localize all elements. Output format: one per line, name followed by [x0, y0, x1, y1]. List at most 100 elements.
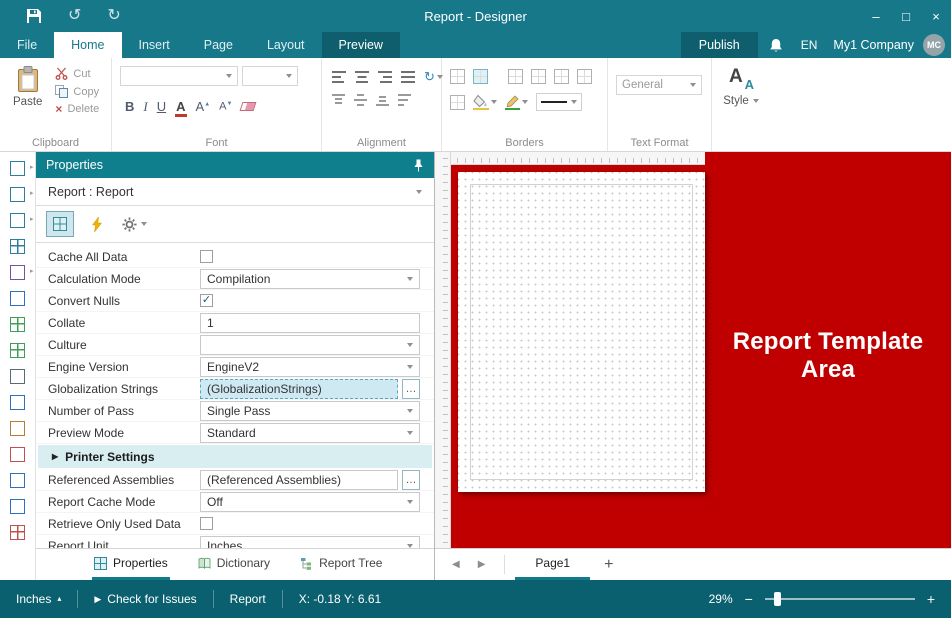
tab-page[interactable]: Page [187, 32, 250, 58]
cross-tab-button[interactable] [1, 519, 35, 545]
property-row-retrieve-only-used-data[interactable]: Retrieve Only Used Data [36, 513, 434, 535]
zoom-out-button[interactable]: − [745, 592, 753, 606]
dropdown[interactable]: (GlobalizationStrings) [200, 379, 398, 399]
text-input[interactable]: 1 [200, 313, 420, 333]
checkbox[interactable]: ✓ [200, 294, 213, 307]
minimize-button[interactable]: – [861, 0, 891, 32]
property-row-collate[interactable]: Collate1 [36, 312, 434, 334]
text-in-cells-button[interactable] [1, 441, 35, 467]
property-row-convert-nulls[interactable]: Convert Nulls✓ [36, 290, 434, 312]
border-outside-button[interactable] [577, 69, 592, 84]
font-size-combobox[interactable] [242, 66, 298, 86]
align-center-button[interactable] [355, 71, 369, 83]
tab-report-tree[interactable]: Report Tree [298, 549, 384, 580]
page-break-button[interactable] [1, 493, 35, 519]
property-row-cache-all-data[interactable]: Cache All Data [36, 246, 434, 268]
dropdown[interactable]: Off [200, 492, 420, 512]
paste-button[interactable]: Paste [8, 63, 47, 115]
tab-insert[interactable]: Insert [122, 32, 187, 58]
next-page-button[interactable]: ▶ [469, 549, 495, 580]
cross-bands-button[interactable]: ▸ [1, 181, 35, 207]
clear-format-eraser-icon[interactable] [240, 102, 257, 111]
font-color-button[interactable]: A [175, 99, 186, 114]
publish-button[interactable]: Publish [681, 32, 758, 58]
dropdown[interactable]: (Referenced Assemblies) [200, 470, 398, 490]
align-right-button[interactable] [378, 71, 392, 83]
zoom-in-button[interactable]: + [927, 592, 935, 606]
check-for-issues-button[interactable]: ▶ Check for Issues [78, 580, 212, 618]
undo-button[interactable]: ↺ [68, 8, 81, 24]
align-left-button[interactable] [332, 71, 346, 83]
font-name-combobox[interactable] [120, 66, 238, 86]
tab-preview[interactable]: Preview [322, 32, 400, 58]
property-section-printer-settings[interactable]: ▶Printer Settings [38, 445, 432, 468]
zoom-slider[interactable] [765, 592, 915, 606]
border-color-button[interactable] [505, 94, 528, 110]
property-row-engine-version[interactable]: Engine VersionEngineV2 [36, 356, 434, 378]
data-grid-button[interactable] [1, 337, 35, 363]
pin-panel-button[interactable] [413, 159, 424, 172]
dropdown[interactable]: Compilation [200, 269, 420, 289]
dropdown[interactable]: EngineV2 [200, 357, 420, 377]
account-name[interactable]: My1 Company [824, 32, 923, 58]
align-bottom-button[interactable] [376, 94, 389, 106]
property-row-number-of-pass[interactable]: Number of PassSingle Pass [36, 400, 434, 422]
shrink-font-button[interactable]: A▼ [219, 101, 232, 113]
maximize-button[interactable]: □ [891, 0, 921, 32]
zoom-slider-thumb[interactable] [774, 592, 781, 606]
style-button[interactable]: AA Style [720, 63, 762, 110]
data-table-button[interactable] [1, 311, 35, 337]
cut-button[interactable]: Cut [55, 67, 99, 80]
panel-button[interactable] [1, 467, 35, 493]
border-bottom-button[interactable] [450, 69, 465, 84]
border-all-button[interactable] [473, 69, 488, 84]
tab-properties[interactable]: Properties [92, 549, 170, 580]
checkbox[interactable] [200, 250, 213, 263]
property-row-culture[interactable]: Culture [36, 334, 434, 356]
tab-layout[interactable]: Layout [250, 32, 322, 58]
close-button[interactable]: × [921, 0, 951, 32]
border-left-button[interactable] [508, 69, 523, 84]
border-style-dropdown[interactable] [536, 93, 582, 111]
fill-color-button[interactable] [473, 94, 497, 110]
table-button[interactable] [1, 233, 35, 259]
underline-button[interactable]: U [157, 100, 166, 113]
add-page-button[interactable]: + [590, 549, 627, 580]
align-top-button[interactable] [332, 94, 345, 106]
redo-button[interactable]: ↻ [107, 8, 120, 24]
dropdown[interactable]: Inches [200, 536, 420, 549]
border-none-button[interactable] [450, 95, 465, 110]
tab-dictionary[interactable]: Dictionary [196, 549, 272, 580]
grow-font-button[interactable]: A▲ [196, 100, 211, 113]
language-selector[interactable]: EN [794, 32, 825, 58]
border-right-button[interactable] [554, 69, 569, 84]
checkbox[interactable] [200, 517, 213, 530]
property-row-referenced-assemblies[interactable]: Referenced Assemblies(Referenced Assembl… [36, 469, 434, 491]
rich-text-button[interactable] [1, 389, 35, 415]
property-row-preview-mode[interactable]: Preview ModeStandard [36, 422, 434, 444]
avatar[interactable]: MC [923, 34, 945, 56]
properties-view-button[interactable] [46, 211, 74, 237]
notifications-button[interactable] [758, 32, 794, 58]
previous-page-button[interactable]: ◀ [443, 549, 469, 580]
report-view-button[interactable]: Report [214, 580, 282, 618]
ellipsis-button[interactable]: … [402, 470, 420, 490]
dropdown[interactable]: Single Pass [200, 401, 420, 421]
bold-button[interactable]: B [125, 100, 134, 113]
bands-button[interactable]: ▸ [1, 155, 35, 181]
border-top-button[interactable] [531, 69, 546, 84]
save-button[interactable] [26, 8, 42, 24]
unit-selector[interactable]: Inches ▴ [0, 580, 77, 618]
italic-button[interactable]: I [143, 100, 147, 113]
infographics-button[interactable] [1, 285, 35, 311]
delete-button[interactable]: × Delete [55, 103, 99, 115]
selected-object-dropdown[interactable]: Report : Report [36, 178, 434, 206]
tab-file[interactable]: File [0, 32, 54, 58]
events-view-button[interactable] [83, 211, 111, 237]
chart-button[interactable]: ▸ [1, 259, 35, 285]
word-wrap-button[interactable] [398, 94, 411, 106]
property-row-report-unit[interactable]: Report UnitInches [36, 535, 434, 548]
ellipsis-button[interactable]: … [402, 379, 420, 399]
dropdown[interactable] [200, 335, 420, 355]
text-button[interactable] [1, 363, 35, 389]
